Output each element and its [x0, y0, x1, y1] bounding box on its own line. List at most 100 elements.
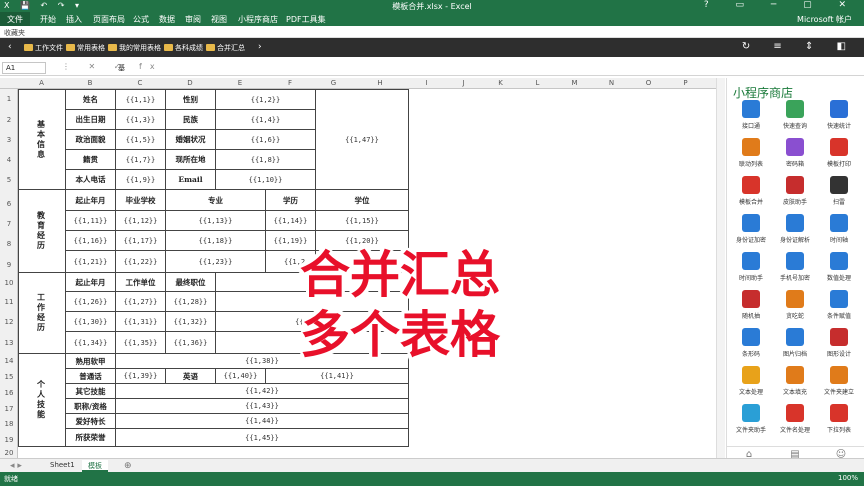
tool-item[interactable]: 文件夹助手 [731, 404, 771, 440]
cell-p28[interactable]: {{1,28}} [165, 291, 216, 312]
label-edu-major[interactable]: 专业 [165, 189, 266, 211]
tool-item[interactable]: 文件夹建立 [819, 366, 859, 402]
account-label[interactable]: Microsoft 帐户 [797, 14, 852, 25]
row-header[interactable]: 4 [0, 156, 18, 164]
tool-item[interactable]: 图片归档 [775, 328, 815, 364]
cell-p34[interactable]: {{1,34}} [65, 331, 116, 354]
cell-p6[interactable]: {{1,6}} [215, 129, 316, 150]
row-header[interactable]: 12 [0, 318, 18, 326]
cell-p10[interactable]: {{1,10}} [215, 169, 316, 190]
cell-p21[interactable]: {{1,21}} [65, 250, 116, 273]
col-header[interactable]: O [630, 79, 667, 87]
folder-work-files[interactable]: 工作文件 [24, 43, 63, 53]
tool-item[interactable]: 文本处理 [731, 366, 771, 402]
cell-p32[interactable]: {{1,32}} [165, 311, 216, 332]
cell-p1[interactable]: {{1,1}} [115, 89, 166, 110]
row-header[interactable]: 13 [0, 339, 18, 347]
tool-item[interactable]: 数值处理 [819, 252, 859, 288]
col-header[interactable]: P [667, 79, 704, 87]
row-header[interactable]: 3 [0, 136, 18, 144]
col-header[interactable]: M [556, 79, 593, 87]
col-header[interactable]: I [408, 79, 445, 87]
label-work-period[interactable]: 起止年月 [65, 272, 116, 292]
row-header[interactable]: 2 [0, 116, 18, 124]
tool-item[interactable]: 身份证加密 [731, 214, 771, 250]
label-edu-period[interactable]: 起止年月 [65, 189, 116, 211]
row-header[interactable]: 17 [0, 405, 18, 413]
col-header[interactable]: J [445, 79, 482, 87]
label-native[interactable]: 籍贯 [65, 149, 116, 170]
tool-item[interactable]: 皮肤助手 [775, 176, 815, 212]
col-header[interactable]: N [593, 79, 630, 87]
tool-item[interactable]: 身份证解析 [775, 214, 815, 250]
label-cert[interactable]: 职称/资格 [65, 398, 116, 414]
col-header[interactable]: F [265, 79, 315, 87]
row-header[interactable]: 1 [0, 95, 18, 103]
label-hobby[interactable]: 爱好特长 [65, 413, 116, 429]
col-header[interactable]: B [65, 79, 115, 87]
cell-p27[interactable]: {{1,27}} [115, 291, 166, 312]
folder-merge[interactable]: 合并汇总 [206, 43, 245, 53]
section-work[interactable]: 工作经历 [18, 272, 66, 354]
tab-home[interactable]: 开始 [40, 14, 56, 25]
tool-item[interactable]: 时间轴 [819, 214, 859, 250]
cell-p2[interactable]: {{1,2}} [215, 89, 316, 110]
row-header[interactable]: 14 [0, 357, 18, 365]
tool-item[interactable]: 随机抽 [731, 290, 771, 326]
cell-p43[interactable]: {{1,43}} [115, 398, 409, 414]
label-work-unit[interactable]: 工作单位 [115, 272, 166, 292]
label-marital[interactable]: 婚姻状况 [165, 129, 216, 150]
label-work-position[interactable]: 最终职位 [165, 272, 216, 292]
tool-item[interactable]: 模板合并 [731, 176, 771, 212]
col-header[interactable]: C [115, 79, 165, 87]
row-header[interactable]: 9 [0, 261, 18, 269]
label-name[interactable]: 姓名 [65, 89, 116, 110]
tool-item[interactable]: 联动列表 [731, 138, 771, 174]
tool-item[interactable]: 贪吃蛇 [775, 290, 815, 326]
cell-p3[interactable]: {{1,3}} [115, 109, 166, 130]
tool-item[interactable]: 文件名处理 [775, 404, 815, 440]
label-english[interactable]: 英语 [165, 368, 216, 384]
tool-item[interactable]: 文本填充 [775, 366, 815, 402]
name-box[interactable]: A1 [2, 62, 46, 74]
cell-p16[interactable]: {{1,16}} [65, 230, 116, 251]
cell-p42[interactable]: {{1,42}} [115, 383, 409, 399]
cell-p7[interactable]: {{1,7}} [115, 149, 166, 170]
label-gender[interactable]: 性别 [165, 89, 216, 110]
cell-p12[interactable]: {{1,12}} [115, 210, 166, 231]
tool-item[interactable]: 模板打印 [819, 138, 859, 174]
cell-p44[interactable]: {{1,44}} [115, 413, 409, 429]
cell-p8[interactable]: {{1,8}} [215, 149, 316, 170]
window-controls[interactable]: ? ▭ ─ ▢ ✕ [704, 0, 858, 10]
cell-p22[interactable]: {{1,22}} [115, 250, 166, 273]
section-skills[interactable]: 个人技能 [18, 353, 66, 447]
cell-p26[interactable]: {{1,26}} [65, 291, 116, 312]
tool-item[interactable]: 条形码 [731, 328, 771, 364]
cell-p35[interactable]: {{1,35}} [115, 331, 166, 354]
cell-p17[interactable]: {{1,17}} [115, 230, 166, 251]
tool-item[interactable]: 下拉列表 [819, 404, 859, 440]
sheet-nav-arrows[interactable]: ◂ ▸ [4, 460, 28, 472]
tool-item[interactable]: 快速查询 [775, 100, 815, 136]
row-header[interactable]: 10 [0, 279, 18, 287]
label-edu-degree[interactable]: 学历 [265, 189, 316, 211]
favorites-label[interactable]: 收藏夹 [4, 29, 25, 37]
col-header[interactable]: E [215, 79, 265, 87]
cell-p45[interactable]: {{1,45}} [115, 428, 409, 447]
cell-p36[interactable]: {{1,36}} [165, 331, 216, 354]
label-edu-school[interactable]: 毕业学校 [115, 189, 166, 211]
tab-file[interactable]: 文件 [0, 12, 30, 26]
tool-item[interactable]: 扫雷 [819, 176, 859, 212]
formula-input[interactable]: 基 [118, 63, 125, 73]
label-phone[interactable]: 本人电话 [65, 169, 116, 190]
section-education[interactable]: 教育经历 [18, 189, 66, 273]
cell-p39[interactable]: {{1,39}} [115, 368, 166, 384]
folder-my-tables[interactable]: 我的常用表格 [108, 43, 161, 53]
cell-p41[interactable]: {{1,41}} [265, 368, 409, 384]
tab-pdf-tools[interactable]: PDF工具集 [286, 14, 326, 25]
sheet-tab-template[interactable]: 模板 [82, 460, 108, 472]
tool-item[interactable]: 条件赋值 [819, 290, 859, 326]
col-header[interactable]: L [519, 79, 556, 87]
label-ethnic[interactable]: 民族 [165, 109, 216, 130]
label-mandarin[interactable]: 普通话 [65, 368, 116, 384]
